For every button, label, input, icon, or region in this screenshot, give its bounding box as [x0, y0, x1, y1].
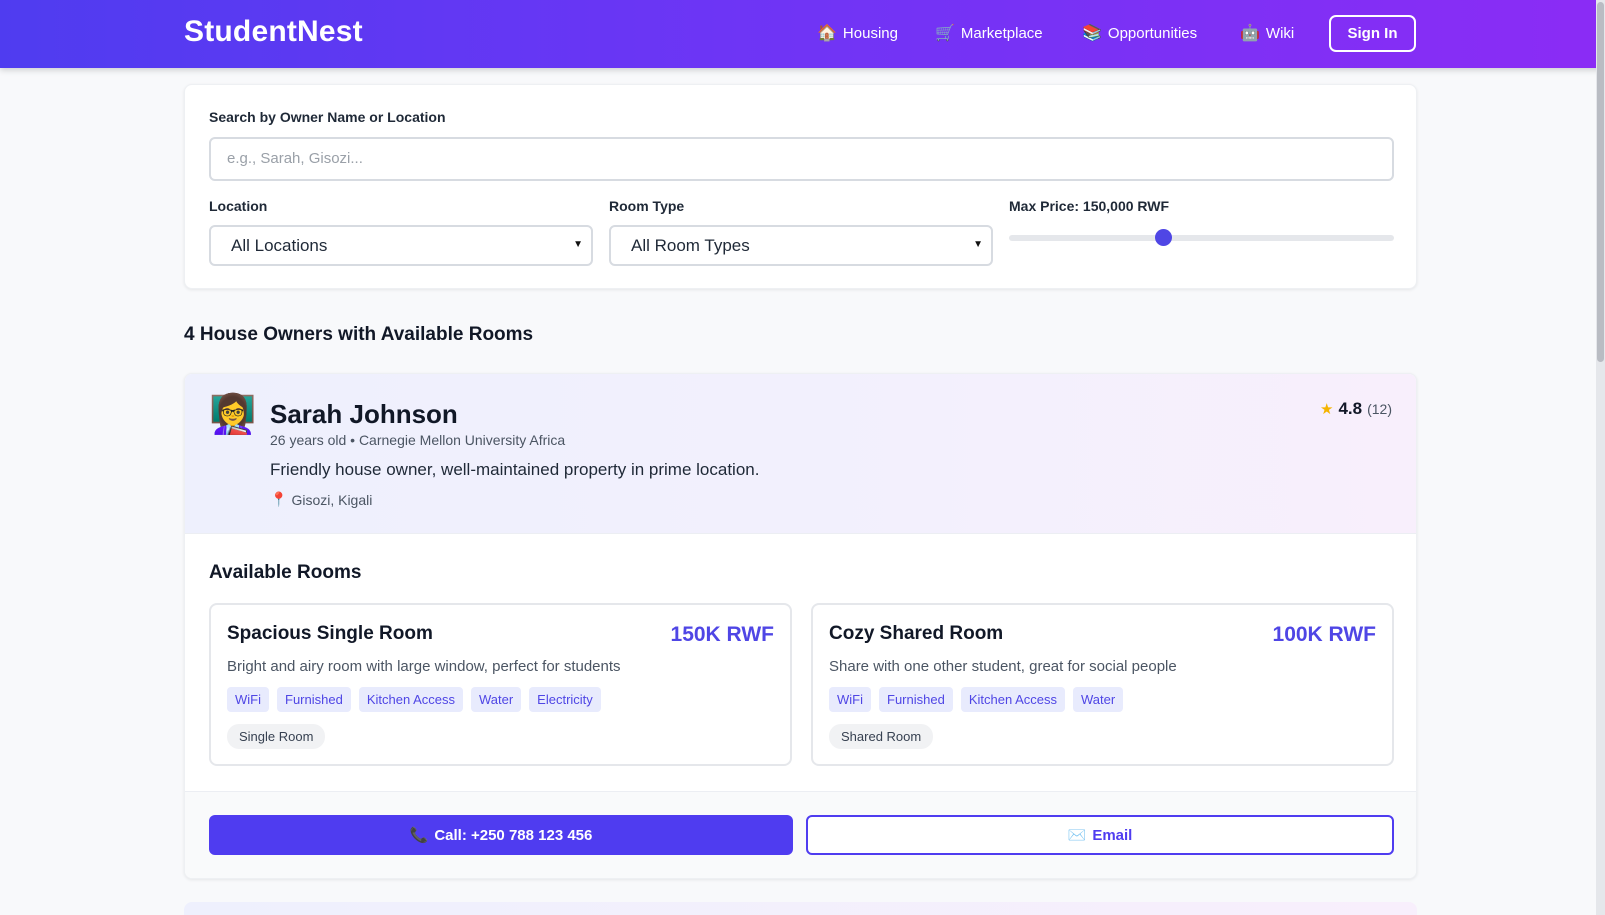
location-label: Location: [209, 198, 268, 214]
owner-rating: ★ 4.8 (12): [1320, 399, 1392, 419]
amenity-tag: Water: [470, 687, 522, 712]
owner-location-text: Gisozi, Kigali: [291, 491, 373, 508]
email-button-label: Email: [1092, 826, 1133, 844]
room-price: 150K RWF: [670, 623, 774, 646]
books-icon: 📚: [1082, 25, 1102, 42]
search-label: Search by Owner Name or Location: [209, 109, 446, 125]
room-type-label: Room Type: [609, 198, 685, 214]
room-type-badge: Single Room: [227, 724, 326, 749]
owner-card: [184, 902, 1417, 915]
cart-icon: 🛒: [935, 25, 955, 42]
owner-location: 📍 Gisozi, Kigali: [270, 491, 372, 508]
room-card[interactable]: Spacious Single Room 150K RWF Bright and…: [209, 603, 792, 766]
scrollbar-thumb[interactable]: [1597, 2, 1604, 362]
nav-item-wiki[interactable]: 🤖 Wiki: [1240, 23, 1294, 43]
amenity-tag: Electricity: [529, 687, 601, 712]
amenity-tag: Kitchen Access: [358, 687, 463, 712]
phone-icon: 📞: [409, 827, 429, 844]
nav-item-marketplace[interactable]: 🛒 Marketplace: [935, 23, 1043, 43]
amenity-tag: WiFi: [829, 687, 871, 712]
max-price-slider-track[interactable]: [1009, 235, 1394, 241]
page-scrollbar[interactable]: [1596, 0, 1605, 915]
top-navigation-bar: StudentNest 🏠 Housing 🛒 Marketplace 📚 Op…: [0, 0, 1605, 68]
max-price-label: Max Price: 150,000 RWF: [1009, 198, 1170, 214]
brand-logo[interactable]: StudentNest: [184, 15, 363, 49]
robot-icon: 🤖: [1240, 25, 1260, 42]
room-description: Bright and airy room with large window, …: [227, 658, 621, 675]
nav-item-label: Housing: [842, 24, 898, 42]
room-title: Spacious Single Room: [227, 623, 433, 644]
call-button-label: Call: +250 788 123 456: [434, 826, 593, 844]
sign-in-button[interactable]: Sign In: [1329, 15, 1416, 52]
nav-item-label: Marketplace: [960, 24, 1043, 42]
chevron-down-icon: ▼: [973, 239, 983, 250]
star-icon: ★: [1320, 401, 1334, 418]
owner-card-actions: 📞 Call: +250 788 123 456 ✉️ Email: [185, 791, 1416, 878]
location-select-value: All Locations: [231, 236, 328, 255]
amenity-tag: Kitchen Access: [960, 687, 1065, 712]
room-price: 100K RWF: [1272, 623, 1376, 646]
rating-value: 4.8: [1338, 399, 1363, 418]
call-button[interactable]: 📞 Call: +250 788 123 456: [209, 815, 793, 855]
room-description: Share with one other student, great for …: [829, 658, 1177, 675]
room-type-select[interactable]: All Room Types ▼: [609, 225, 993, 266]
owner-card-header: 👩‍🏫 Sarah Johnson 26 years old • Carnegi…: [185, 374, 1416, 534]
owner-meta: 26 years old • Carnegie Mellon Universit…: [270, 432, 566, 448]
email-button[interactable]: ✉️ Email: [806, 815, 1394, 855]
nav-item-opportunities[interactable]: 📚 Opportunities: [1082, 23, 1197, 43]
available-rooms-heading: Available Rooms: [209, 562, 362, 583]
avatar: 👩‍🏫: [209, 394, 257, 436]
nav-item-label: Wiki: [1265, 24, 1295, 42]
room-type-select-value: All Room Types: [631, 236, 750, 255]
room-type-badge: Shared Room: [829, 724, 934, 749]
nav-item-housing[interactable]: 🏠 Housing: [817, 23, 898, 43]
amenity-tag: Water: [1072, 687, 1124, 712]
results-count: 4 House Owners with Available Rooms: [184, 324, 534, 345]
amenity-tag: WiFi: [227, 687, 269, 712]
amenity-tag: Furnished: [277, 687, 351, 712]
max-price-slider-thumb[interactable]: [1155, 229, 1172, 246]
room-title: Cozy Shared Room: [829, 623, 1004, 644]
envelope-icon: ✉️: [1067, 827, 1087, 844]
filter-panel: Search by Owner Name or Location e.g., S…: [184, 84, 1417, 289]
owner-bio: Friendly house owner, well-maintained pr…: [270, 460, 760, 479]
nav-item-label: Opportunities: [1107, 24, 1198, 42]
amenity-tag: Furnished: [879, 687, 953, 712]
rating-count: (12): [1367, 401, 1392, 417]
room-card[interactable]: Cozy Shared Room 100K RWF Share with one…: [811, 603, 1394, 766]
owner-name: Sarah Johnson: [270, 399, 458, 429]
amenity-tags: WiFi Furnished Kitchen Access Water Elec…: [227, 687, 601, 712]
owner-card: 👩‍🏫 Sarah Johnson 26 years old • Carnegi…: [184, 373, 1417, 879]
amenity-tags: WiFi Furnished Kitchen Access Water: [829, 687, 1124, 712]
house-icon: 🏠: [817, 25, 837, 42]
location-select[interactable]: All Locations ▼: [209, 225, 593, 266]
pin-icon: 📍: [270, 491, 288, 507]
chevron-down-icon: ▼: [573, 239, 583, 250]
search-input[interactable]: e.g., Sarah, Gisozi...: [209, 137, 1394, 181]
